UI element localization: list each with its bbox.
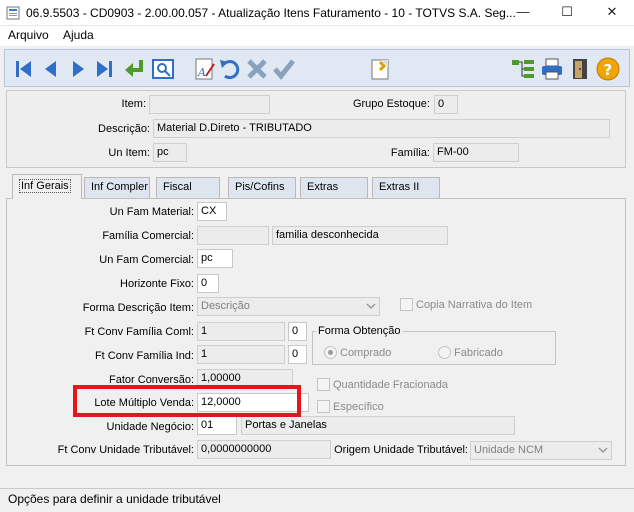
window-title: 06.9.5503 - CD0903 - 2.00.00.057 - Atual… [26,6,516,20]
horizonte-fixo-field[interactable]: 0 [197,274,219,293]
ft-conv-fam-coml-dec[interactable]: 0 [288,322,307,341]
descricao-field[interactable]: Material D.Direto - TRIBUTADO [153,119,610,138]
ft-conv-fam-ind-field[interactable]: 1 [197,345,285,364]
especifico-label: Específico [333,401,384,413]
comprado-label: Comprado [340,347,392,359]
tab-extras[interactable]: Extras [300,177,368,198]
menu-arquivo[interactable]: Arquivo [8,28,49,42]
delete-icon[interactable] [244,56,270,82]
origem-un-trib-select[interactable]: Unidade NCM [470,441,612,460]
familia-comercial-label: Família Comercial: [102,230,194,242]
quantidade-fracionada-checkbox[interactable] [317,378,330,391]
fabricado-radio[interactable] [438,346,451,359]
edit-icon[interactable]: A [192,56,218,82]
forma-descricao-value: Descrição [201,300,250,312]
app-icon [6,6,20,20]
highlight-box [73,385,301,417]
origem-un-trib-label: Origem Unidade Tributável: [334,444,468,456]
origem-un-trib-value: Unidade NCM [474,444,544,456]
last-icon[interactable] [91,56,117,82]
chevron-down-icon [598,447,608,454]
menu-ajuda[interactable]: Ajuda [63,28,94,42]
fabricado-label: Fabricado [454,347,503,359]
un-fam-comercial-label: Un Fam Comercial: [99,254,194,266]
first-icon[interactable] [11,56,37,82]
familia-field[interactable]: FM-00 [433,143,519,162]
un-fam-material-field[interactable]: CX [197,202,227,221]
forma-descricao-select[interactable]: Descrição [197,297,380,316]
un-fam-comercial-field[interactable]: pc [197,249,233,268]
help-icon[interactable]: ? [595,56,621,82]
list-icon[interactable] [367,56,393,82]
ft-conv-fam-ind-label: Ft Conv Família Ind: [94,350,194,362]
un-item-field[interactable]: pc [153,143,187,162]
ft-conv-fam-coml-label: Ft Conv Família Coml: [84,326,194,338]
familia-comercial-code[interactable] [197,226,269,245]
un-fam-material-label: Un Fam Material: [109,206,194,218]
especifico-checkbox[interactable] [317,400,330,413]
hierarchy-icon[interactable] [510,56,536,82]
status-text: Opções para definir a unidade tributável [8,492,221,506]
comprado-radio[interactable] [324,346,337,359]
svg-text:?: ? [604,61,613,79]
exit-icon[interactable] [567,56,593,82]
unidade-negocio-code[interactable]: 01 [197,416,237,435]
item-label: Item: [121,98,146,110]
tab-label: Inf Gerais [19,179,71,193]
unidade-negocio-label: Unidade Negócio: [106,421,194,433]
un-item-label: Un Item: [108,147,150,159]
svg-text:A: A [197,66,206,79]
grupo-estoque-label: Grupo Estoque: [352,98,430,110]
maximize-button[interactable]: ☐ [545,0,589,26]
print-icon[interactable] [539,56,565,82]
tab-inf-complementares[interactable]: Inf Compler [84,177,150,198]
search-icon[interactable] [150,56,176,82]
quantidade-fracionada-label: Quantidade Fracionada [333,379,448,391]
undo-icon[interactable] [217,56,243,82]
unidade-negocio-desc: Portas e Janelas [241,416,515,435]
close-button[interactable]: ✕ [590,0,634,26]
copia-narrativa-checkbox[interactable] [400,298,413,311]
ft-conv-un-trib-label: Ft Conv Unidade Tributável: [57,444,194,456]
ft-conv-fam-coml-field[interactable]: 1 [197,322,285,341]
familia-label: Família: [390,147,430,159]
menu-bar [0,26,634,46]
next-icon[interactable] [65,56,91,82]
copia-narrativa-label: Copia Narrativa do Item [416,299,533,311]
previous-icon[interactable] [38,56,64,82]
item-field[interactable] [149,95,270,114]
horizonte-fixo-label: Horizonte Fixo: [120,278,194,290]
grupo-estoque-field[interactable]: 0 [434,95,458,114]
toolbar: A ? [4,49,630,87]
familia-comercial-desc: familia desconhecida [272,226,448,245]
descricao-label: Descrição: [98,123,150,135]
tab-inf-gerais[interactable]: Inf Gerais [12,174,82,199]
chevron-down-icon [366,303,376,310]
forma-descricao-label: Forma Descrição Item: [82,302,194,314]
confirm-icon[interactable] [271,56,297,82]
tab-fiscal[interactable]: Fiscal [156,177,220,198]
minimize-button[interactable]: — [501,0,545,26]
tab-extras-ii[interactable]: Extras II [372,177,440,198]
tab-pis-cofins[interactable]: Pis/Cofins [228,177,296,198]
forma-obtencao-label: Forma Obtenção [316,325,403,337]
ft-conv-fam-ind-dec[interactable]: 0 [288,345,307,364]
goto-icon[interactable] [121,56,147,82]
ft-conv-un-trib-field[interactable]: 0,0000000000 [197,440,331,459]
